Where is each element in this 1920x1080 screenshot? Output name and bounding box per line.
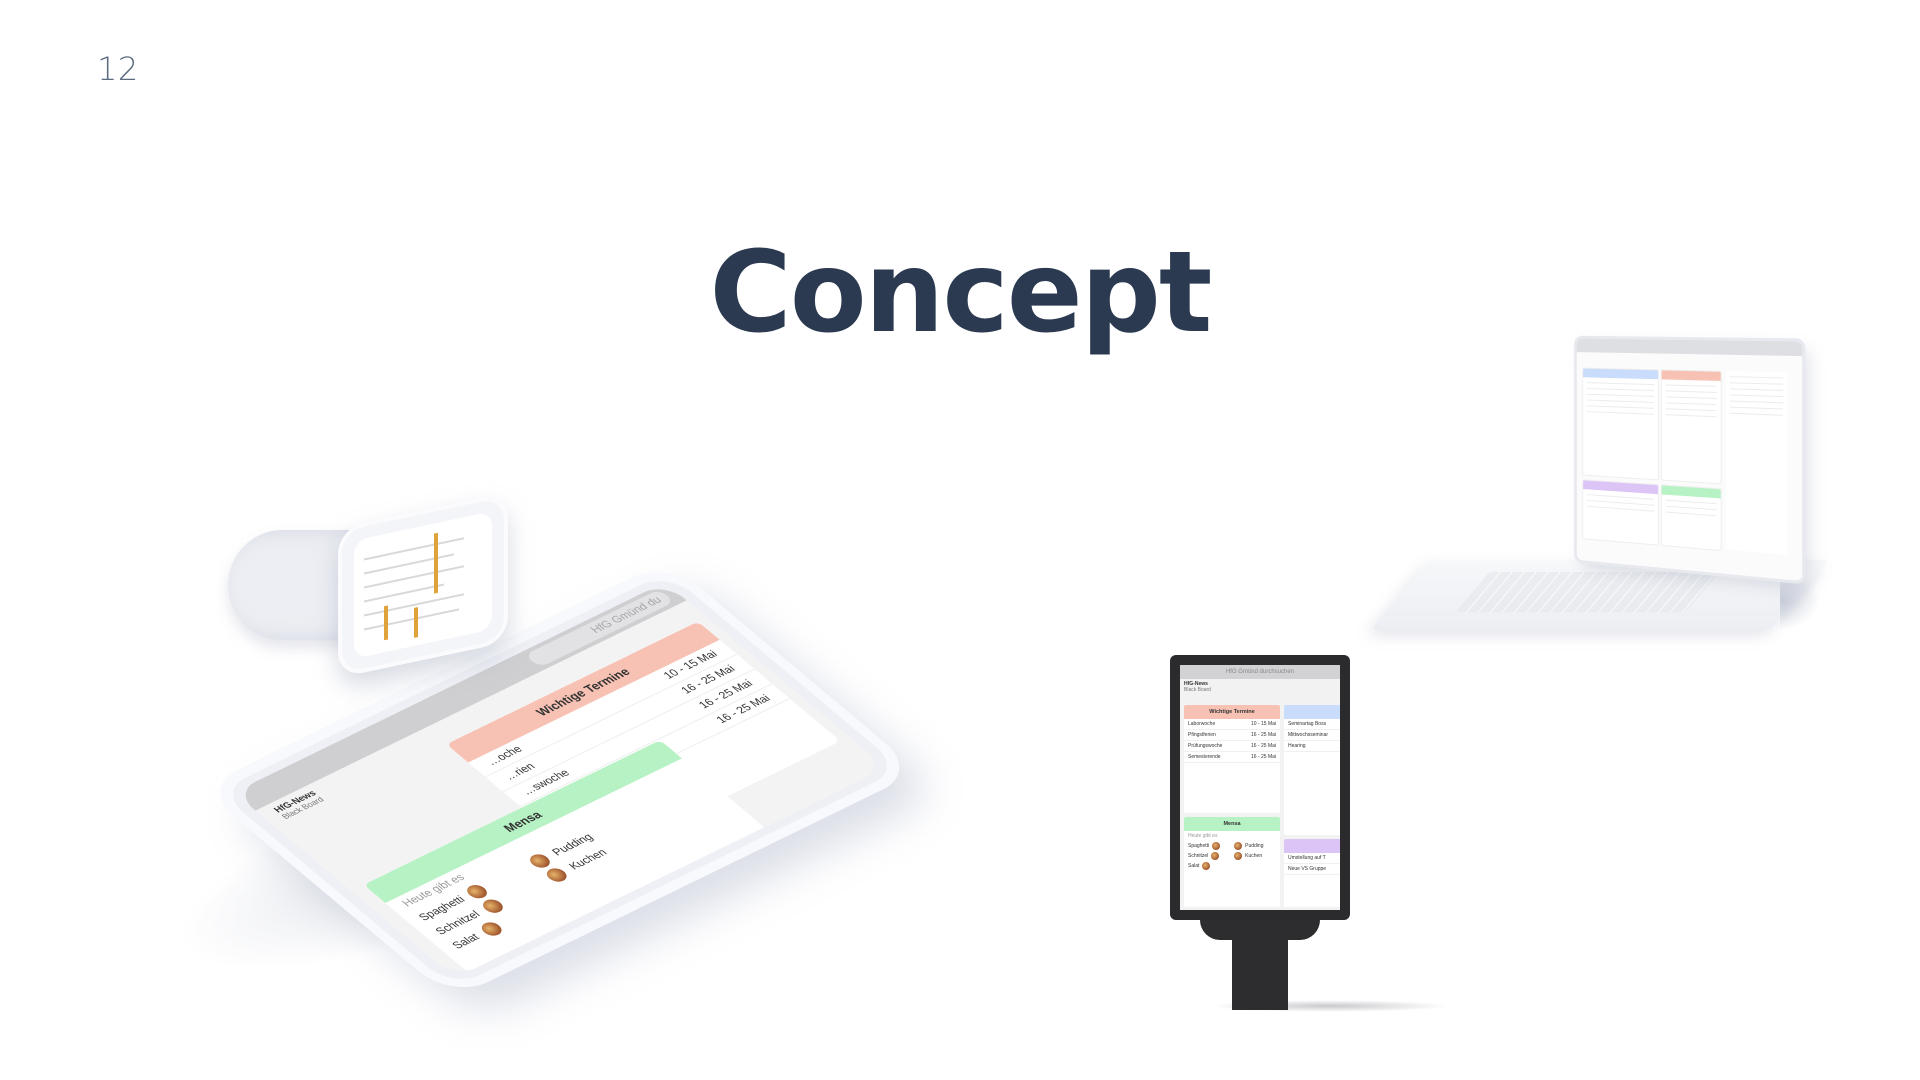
food-icon <box>1234 852 1242 860</box>
table-row: Laborwoche 10 - 15 Mai <box>1184 719 1280 730</box>
kiosk-info-card: Seminartag Boss Mittwochsseminar Hearing <box>1284 705 1340 835</box>
kiosk-termine-card: Wichtige Termine Laborwoche 10 - 15 Mai P… <box>1184 705 1280 813</box>
table-row: Prüfungswoche 16 - 25 Mai <box>1184 741 1280 752</box>
kiosk-termine-header: Wichtige Termine <box>1184 705 1280 719</box>
kiosk-news-card: Umstellung auf T Neue VS Gruppe <box>1284 839 1340 907</box>
page-number: 12 <box>97 50 139 88</box>
food-icon <box>1202 862 1210 870</box>
food-icon <box>1234 842 1242 850</box>
list-item: Schnitzel <box>1184 851 1224 861</box>
list-item: Spaghetti <box>1184 841 1224 851</box>
menu-item-label: Kuchen <box>1245 853 1262 859</box>
kiosk-search-input[interactable]: HfG Gmünd durchsuchen <box>1180 665 1340 679</box>
laptop-news-card <box>1582 479 1659 545</box>
menu-item-label: Schnitzel <box>1188 853 1208 859</box>
kiosk-info-header <box>1284 705 1340 719</box>
list-item-label: Hearing <box>1288 743 1306 749</box>
laptop-mockup <box>1390 330 1830 640</box>
kiosk-mockup: HfG Gmünd durchsuchen HfG-News Black Boa… <box>1170 655 1350 1010</box>
row-label: Semesterende <box>1188 754 1221 760</box>
row-value: 10 - 15 Mai <box>1251 721 1276 727</box>
laptop-top-bar <box>1577 339 1802 356</box>
row-value: 16 - 25 Mai <box>1251 732 1276 738</box>
list-item: Salat <box>1184 861 1224 871</box>
list-item: Neue VS Gruppe <box>1284 864 1340 875</box>
kiosk-mensa-header: Mensa <box>1184 817 1280 831</box>
kiosk-mensa-card: Mensa Heute gibt es Spaghetti Schnitzel … <box>1184 817 1280 907</box>
list-item: Hearing <box>1284 741 1340 752</box>
list-item: Pudding <box>1230 841 1267 851</box>
table-row: Semesterende 16 - 25 Mai <box>1184 752 1280 763</box>
kiosk-mensa-subtitle: Heute gibt es <box>1184 831 1280 841</box>
row-value: 16 - 25 Mai <box>1251 754 1276 760</box>
menu-item-label: Pudding <box>1245 843 1263 849</box>
kiosk-news-header <box>1284 839 1340 853</box>
menu-item-label: Spaghetti <box>1188 843 1209 849</box>
table-row: Pfingstferien 16 - 25 Mai <box>1184 730 1280 741</box>
kiosk-app-subtitle: Black Board <box>1184 687 1211 693</box>
food-icon <box>543 866 571 884</box>
food-icon <box>1211 852 1219 860</box>
kiosk-screen: HfG Gmünd durchsuchen HfG-News Black Boa… <box>1180 665 1340 910</box>
watch-body <box>338 492 508 678</box>
row-label: Prüfungswoche <box>1188 743 1222 749</box>
laptop-screen <box>1577 339 1802 581</box>
laptop-info-card <box>1582 368 1659 481</box>
phone-watch-mockup: HfG Gmünd du HfG-News Black Board Wichti… <box>150 520 950 1040</box>
food-icon <box>1212 842 1220 850</box>
menu-item-label: Salat <box>450 932 483 951</box>
list-item-label: Umstellung auf T <box>1288 855 1326 861</box>
food-icon <box>478 920 506 938</box>
list-item: Mittwochsseminar <box>1284 730 1340 741</box>
kiosk-app-name: HfG-News Black Board <box>1180 679 1340 695</box>
list-item-label: Mittwochsseminar <box>1288 732 1328 738</box>
list-item: Seminartag Boss <box>1284 719 1340 730</box>
row-value: 16 - 25 Mai <box>1251 743 1276 749</box>
laptop-mensa-card <box>1661 484 1722 551</box>
smartwatch-device <box>228 510 528 660</box>
laptop-sidebar <box>1726 371 1788 555</box>
laptop-termine-card <box>1661 369 1722 484</box>
list-item: Umstellung auf T <box>1284 853 1340 864</box>
list-item-label: Seminartag Boss <box>1288 721 1326 727</box>
list-item: Kuchen <box>1230 851 1267 861</box>
watch-screen <box>354 511 492 658</box>
laptop-keys <box>1456 572 1720 612</box>
row-label: Pfingstferien <box>1188 732 1216 738</box>
menu-item-label: Salat <box>1188 863 1199 869</box>
kiosk-frame: HfG Gmünd durchsuchen HfG-News Black Boa… <box>1170 655 1350 920</box>
row-label: Laborwoche <box>1188 721 1215 727</box>
kiosk-post <box>1232 920 1288 1010</box>
list-item-label: Neue VS Gruppe <box>1288 866 1326 872</box>
